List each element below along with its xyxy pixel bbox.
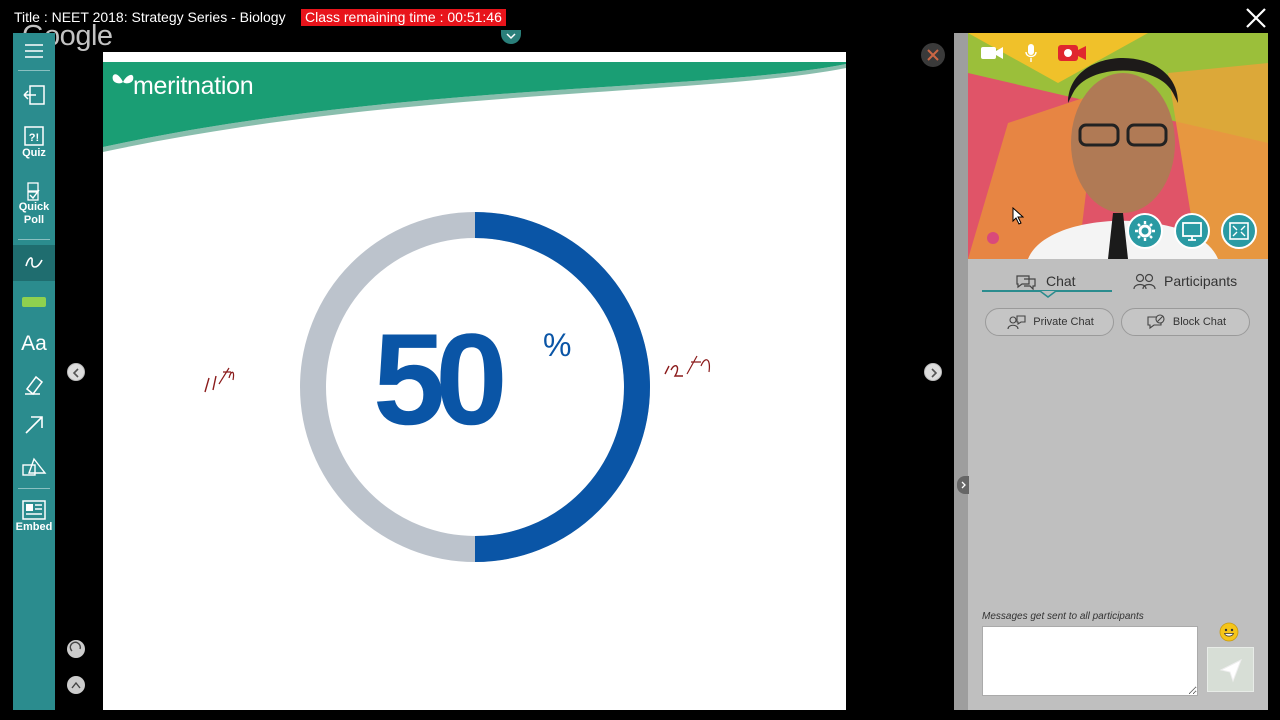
send-icon (1219, 658, 1242, 683)
text-tool[interactable]: Aa (13, 331, 55, 357)
exit-icon (23, 85, 45, 105)
top-bar-toggle[interactable] (501, 30, 521, 44)
app-window: Title : NEET 2018: Strategy Series - Bio… (0, 0, 1280, 720)
panel-collapse-toggle[interactable] (957, 476, 969, 494)
message-note: Messages get sent to all participants (982, 611, 1144, 622)
svg-text:?!: ?! (29, 132, 39, 144)
embed-button[interactable]: Embed (13, 499, 55, 534)
freehand-icon (25, 257, 43, 268)
block-chat-button[interactable]: Block Chat (1121, 308, 1250, 336)
exit-button[interactable] (13, 83, 55, 107)
menu-button[interactable] (13, 41, 55, 61)
tab-participants[interactable]: Participants (1132, 266, 1237, 296)
remaining-time-badge: Class remaining time : 00:51:46 (301, 9, 506, 26)
percent-sign: % (543, 327, 572, 363)
private-chat-button[interactable]: Private Chat (985, 308, 1114, 336)
embed-icon (22, 500, 46, 520)
eraser-icon (25, 375, 44, 396)
quiz-label: Quiz (22, 147, 46, 159)
block-chat-icon (1147, 314, 1165, 330)
hamburger-icon (25, 44, 43, 58)
chat-message-input[interactable] (982, 626, 1198, 696)
expand-icon (1229, 222, 1249, 240)
arrow-icon (25, 416, 43, 434)
tab-participants-label: Participants (1164, 273, 1238, 289)
prev-slide-button[interactable] (67, 363, 85, 381)
slide-canvas[interactable]: meritnation 50 % (103, 52, 846, 710)
participants-icon (1133, 273, 1156, 290)
handwritten-12th (664, 355, 710, 377)
chevron-right-icon (961, 481, 966, 489)
chevron-down-icon (506, 33, 516, 40)
panel-tabs: Chat Participants (982, 266, 1254, 298)
quick-poll-label-1: Quick (18, 201, 50, 213)
chevron-right-icon (931, 368, 938, 378)
fullscreen-button[interactable] (1221, 213, 1257, 249)
percent-value: 50 (373, 306, 508, 452)
chat-bubbles-icon (1016, 275, 1036, 290)
progress-ring-fill (474, 212, 650, 562)
rotate-button[interactable] (67, 640, 85, 658)
arrow-tool[interactable] (13, 413, 55, 437)
camera-icon[interactable] (980, 44, 1004, 62)
private-chat-label: Private Chat (1033, 316, 1094, 328)
eraser-tool[interactable] (13, 373, 55, 397)
divider (18, 70, 50, 71)
status-dot (987, 232, 999, 244)
gear-icon (1135, 221, 1155, 241)
handwritten-11th (204, 367, 235, 393)
rotate-icon (69, 641, 82, 652)
text-tool-label: Aa (21, 332, 47, 355)
record-icon[interactable] (1057, 43, 1087, 63)
pen-tool[interactable] (13, 245, 55, 281)
emoji-icon[interactable] (1219, 622, 1239, 642)
close-icon[interactable] (1244, 6, 1268, 30)
send-button[interactable] (1207, 647, 1254, 692)
minimize-button[interactable] (67, 676, 85, 694)
next-slide-button[interactable] (924, 363, 942, 381)
minimize-icon (71, 681, 81, 689)
checklist-icon (27, 182, 40, 201)
quick-poll-button[interactable]: Quick Poll (13, 181, 55, 227)
settings-button[interactable] (1127, 213, 1163, 249)
block-chat-label: Block Chat (1172, 316, 1227, 328)
whiteboard-toolbar: ?! Quiz Quick Poll Aa Embed (13, 33, 55, 710)
highlighter-icon (22, 297, 46, 307)
shapes-tool[interactable] (13, 455, 55, 479)
mouse-cursor-icon (1012, 207, 1024, 225)
quiz-button[interactable]: ?! Quiz (13, 125, 55, 160)
chevron-down-icon (1039, 291, 1057, 298)
embed-label: Embed (15, 521, 53, 533)
avatar (921, 43, 945, 67)
divider (18, 239, 50, 240)
quiz-icon: ?! (24, 126, 44, 146)
quick-poll-label-2: Poll (23, 214, 45, 226)
highlighter-tool[interactable] (13, 295, 55, 309)
private-chat-icon (1007, 315, 1026, 330)
microphone-icon[interactable] (1024, 43, 1038, 63)
panel-strip (954, 33, 968, 710)
chevron-left-icon (72, 368, 79, 378)
screen-share-button[interactable] (1174, 213, 1210, 249)
divider (18, 488, 50, 489)
tab-chat-label: Chat (1046, 273, 1076, 289)
monitor-icon (1182, 222, 1202, 241)
shapes-icon (22, 457, 47, 476)
